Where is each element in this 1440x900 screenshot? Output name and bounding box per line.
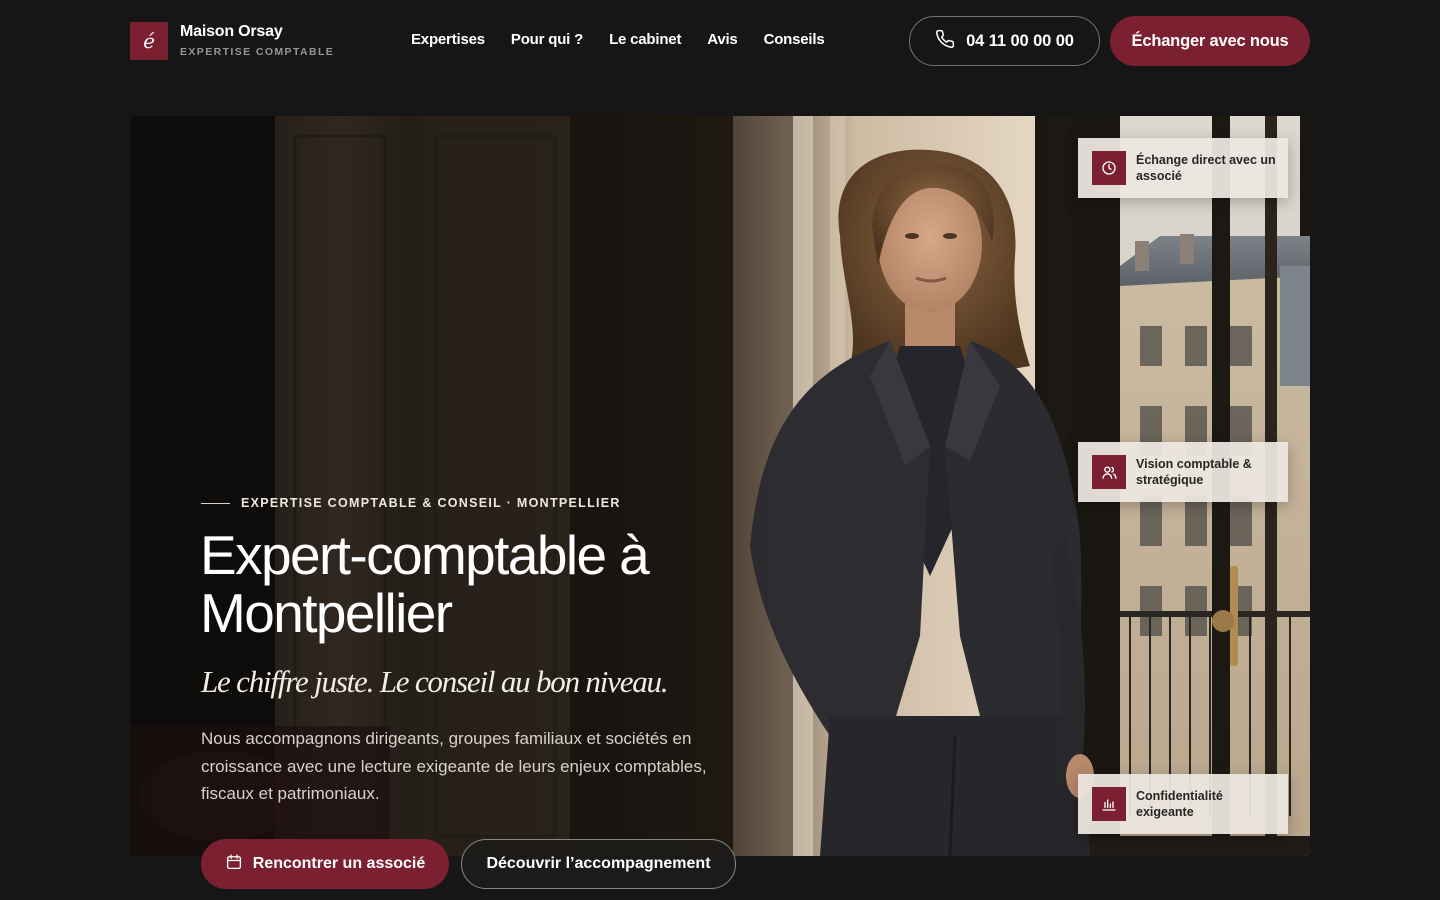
logo-mark: é: [130, 22, 168, 60]
hero-eyebrow: EXPERTISE COMPTABLE & CONSEIL · MONTPELL…: [201, 496, 621, 510]
hero-tagline: Le chiffre juste. Le conseil au bon nive…: [201, 664, 669, 699]
main-nav: Expertises Pour qui ? Le cabinet Avis Co…: [411, 31, 825, 48]
hero-section: EXPERTISE COMPTABLE & CONSEIL · MONTPELL…: [130, 116, 1310, 856]
phone-number: 04 11 00 00 00: [966, 31, 1074, 50]
feature-label: Échange direct avec un associé: [1136, 153, 1276, 183]
hero-description: Nous accompagnons dirigeants, groupes fa…: [201, 729, 707, 803]
eyebrow-text: EXPERTISE COMPTABLE & CONSEIL · MONTPELL…: [241, 496, 621, 510]
eyebrow-line: [201, 502, 230, 504]
nav-link-le-cabinet[interactable]: Le cabinet: [609, 31, 681, 48]
bar-chart-icon: [1092, 787, 1126, 821]
feature-card-confidentiality: Confidentialité exigeante: [1078, 774, 1288, 834]
feature-card-direct-exchange: Échange direct avec un associé: [1078, 138, 1288, 198]
feature-label: Confidentialité exigeante: [1136, 789, 1223, 819]
brand-subtitle: EXPERTISE COMPTABLE: [180, 46, 335, 58]
phone-icon: [935, 29, 955, 54]
feature-label: Vision comptable & stratégique: [1136, 457, 1252, 487]
contact-cta-button[interactable]: Échanger avec nous: [1110, 16, 1310, 66]
nav-link-pour-qui[interactable]: Pour qui ?: [511, 31, 583, 48]
meet-partner-button[interactable]: Rencontrer un associé: [201, 839, 449, 889]
meet-partner-label: Rencontrer un associé: [252, 855, 426, 872]
brand-name: Maison Orsay: [180, 23, 283, 40]
discover-support-button[interactable]: Découvrir l’accompagnement: [461, 839, 736, 889]
calendar-icon: [225, 853, 243, 876]
logo-text: Maison Orsay EXPERTISE COMPTABLE: [180, 22, 334, 58]
phone-button[interactable]: 04 11 00 00 00: [909, 16, 1100, 66]
nav-link-conseils[interactable]: Conseils: [764, 31, 825, 48]
nav-link-expertises[interactable]: Expertises: [411, 31, 485, 48]
brand-logo[interactable]: é Maison Orsay EXPERTISE COMPTABLE: [130, 22, 334, 60]
feature-card-vision: Vision comptable & stratégique: [1078, 442, 1288, 502]
clock-icon: [1092, 151, 1126, 185]
users-icon: [1092, 455, 1126, 489]
nav-link-avis[interactable]: Avis: [707, 31, 738, 48]
site-header: é Maison Orsay EXPERTISE COMPTABLE Exper…: [0, 0, 1440, 82]
hero-title: Expert-comptable à Montpellier: [200, 524, 650, 644]
